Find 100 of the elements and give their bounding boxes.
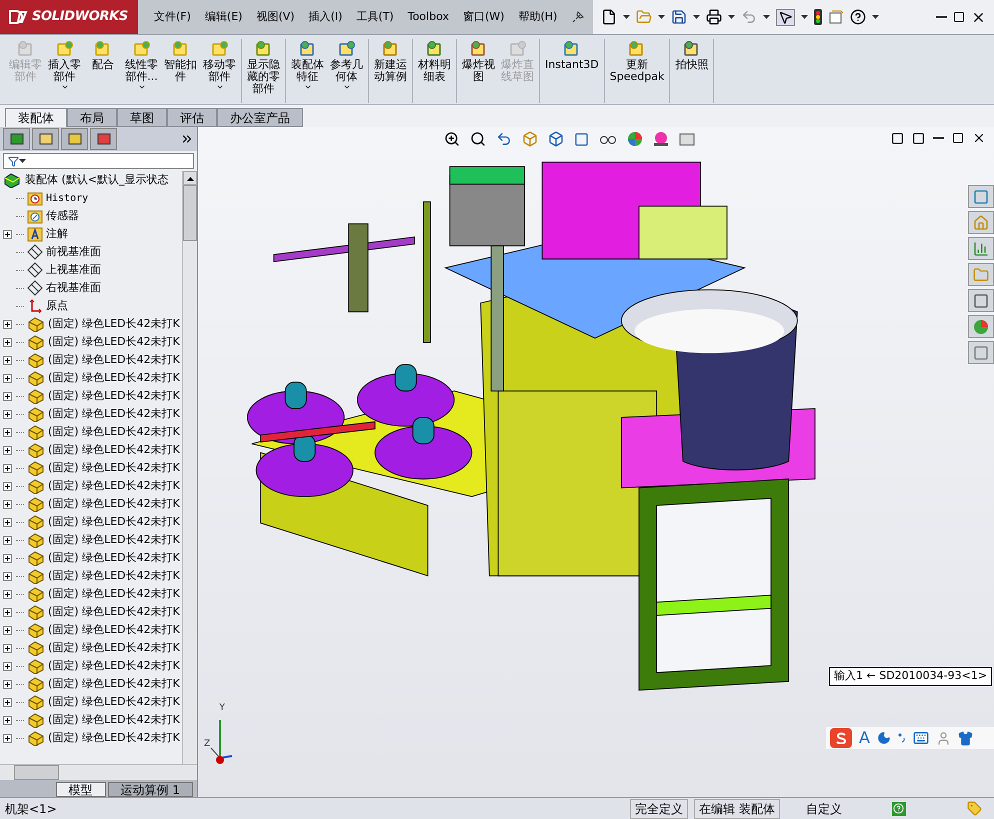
tree-row[interactable]: 右视基准面 bbox=[3, 279, 182, 297]
expand-icon[interactable] bbox=[3, 500, 12, 508]
tree-item[interactable]: (固定) 绿色LED长42未打K bbox=[48, 658, 180, 674]
property-icon[interactable] bbox=[32, 128, 59, 150]
menu-item[interactable]: Toolbox bbox=[408, 8, 449, 26]
expand-icon[interactable] bbox=[3, 446, 12, 454]
tree-item[interactable]: (固定) 绿色LED长42未打K bbox=[48, 730, 180, 746]
menu-item[interactable]: 工具(T) bbox=[356, 8, 394, 26]
tree-row[interactable]: 上视基准面 bbox=[3, 261, 182, 279]
ribbon-button[interactable]: 更新 Speedpak bbox=[608, 39, 666, 83]
tree-item[interactable]: (固定) 绿色LED长42未打K bbox=[48, 388, 180, 404]
ribbon-button[interactable]: 移动零 部件 bbox=[201, 39, 238, 91]
tree-row[interactable]: (固定) 绿色LED长42未打K bbox=[3, 423, 182, 441]
expand-icon[interactable] bbox=[3, 698, 12, 706]
menu-item[interactable]: 插入(I) bbox=[308, 8, 342, 26]
expand-icon[interactable] bbox=[3, 554, 12, 562]
tree-item[interactable]: 传感器 bbox=[46, 208, 79, 224]
tree-row[interactable]: (固定) 绿色LED长42未打K bbox=[3, 729, 182, 747]
tree-row[interactable]: (固定) 绿色LED长42未打K bbox=[3, 531, 182, 549]
command-tab[interactable]: 布局 bbox=[67, 108, 117, 127]
model-tab[interactable]: 模型 bbox=[56, 782, 106, 797]
config-icon[interactable] bbox=[61, 128, 88, 150]
scrollbar-thumb[interactable] bbox=[14, 765, 59, 780]
dropdown-caret-icon[interactable] bbox=[872, 15, 880, 19]
expand-icon[interactable] bbox=[3, 716, 12, 724]
dropdown-caret-icon[interactable] bbox=[728, 15, 736, 19]
tree-item[interactable]: (固定) 绿色LED长42未打K bbox=[48, 604, 180, 620]
expand-icon[interactable] bbox=[3, 608, 12, 616]
command-tab[interactable]: 办公室产品 bbox=[217, 108, 303, 127]
expand-icon[interactable] bbox=[3, 590, 12, 598]
tree-row[interactable]: (固定) 绿色LED长42未打K bbox=[3, 369, 182, 387]
tree-item[interactable]: (固定) 绿色LED长42未打K bbox=[48, 694, 180, 710]
feature-tree-icon[interactable] bbox=[3, 128, 30, 150]
scrollbar-thumb[interactable] bbox=[183, 185, 197, 241]
expand-icon[interactable] bbox=[3, 482, 12, 490]
menu-item[interactable]: 文件(F) bbox=[154, 8, 191, 26]
expand-icon[interactable] bbox=[3, 338, 12, 346]
ribbon-button[interactable]: 智能扣 件 bbox=[162, 39, 199, 83]
tree-item[interactable]: (固定) 绿色LED长42未打K bbox=[48, 478, 180, 494]
tree-row[interactable]: (固定) 绿色LED长42未打K bbox=[3, 657, 182, 675]
tree-row[interactable]: (固定) 绿色LED长42未打K bbox=[3, 477, 182, 495]
tree-row[interactable]: 前视基准面 bbox=[3, 243, 182, 261]
ribbon-button[interactable]: 线性零 部件... bbox=[123, 39, 160, 91]
expand-icon[interactable] bbox=[3, 680, 12, 688]
graphics-viewport[interactable]: Z Y 输入1 ← SD2010034-93<1> A bbox=[198, 127, 994, 797]
menu-item[interactable]: 编辑(E) bbox=[204, 8, 242, 26]
tree-item[interactable]: (固定) 绿色LED长42未打K bbox=[48, 370, 180, 386]
tree-item[interactable]: 右视基准面 bbox=[46, 280, 101, 296]
expand-icon[interactable] bbox=[3, 428, 12, 436]
ribbon-button[interactable]: 配合 bbox=[85, 39, 121, 71]
scroll-up-icon[interactable] bbox=[186, 176, 194, 180]
tree-item[interactable]: 上视基准面 bbox=[46, 262, 101, 278]
expand-icon[interactable] bbox=[3, 392, 12, 400]
tree-row[interactable]: (固定) 绿色LED长42未打K bbox=[3, 639, 182, 657]
menu-item[interactable]: 窗口(W) bbox=[462, 8, 504, 26]
ime-mode-label[interactable]: A bbox=[859, 726, 870, 750]
ribbon-button[interactable]: 爆炸视 图 bbox=[460, 39, 497, 83]
tree-item[interactable]: (固定) 绿色LED长42未打K bbox=[48, 532, 180, 548]
expand-icon[interactable] bbox=[3, 410, 12, 418]
menu-item[interactable]: 帮助(H) bbox=[518, 8, 558, 26]
tree-item[interactable]: (固定) 绿色LED长42未打K bbox=[48, 334, 180, 350]
vertical-scrollbar[interactable] bbox=[182, 171, 197, 764]
ribbon-button[interactable]: 显示隐 藏的零 部件 bbox=[245, 39, 282, 95]
ribbon-button[interactable]: 插入零 部件 bbox=[46, 39, 83, 91]
dropdown-caret-icon[interactable] bbox=[763, 15, 770, 19]
tree-item[interactable]: (固定) 绿色LED长42未打K bbox=[48, 352, 180, 368]
expand-icon[interactable] bbox=[3, 518, 12, 526]
tree-item[interactable]: (固定) 绿色LED长42未打K bbox=[48, 316, 180, 332]
ribbon-button[interactable]: 拍快照 bbox=[673, 39, 710, 71]
ribbon-button[interactable]: 新建运 动算例 bbox=[372, 39, 409, 83]
tree-row[interactable]: (固定) 绿色LED长42未打K bbox=[3, 585, 182, 603]
tree-row[interactable]: 注解 bbox=[3, 225, 182, 243]
tree-row[interactable]: (固定) 绿色LED长42未打K bbox=[3, 711, 182, 729]
expand-icon[interactable] bbox=[3, 464, 12, 472]
tree-row[interactable]: 传感器 bbox=[3, 207, 182, 225]
tree-item[interactable]: (固定) 绿色LED长42未打K bbox=[48, 496, 180, 512]
expand-icon[interactable] bbox=[3, 320, 12, 328]
expand-icon[interactable] bbox=[3, 662, 12, 670]
bar-chart-icon[interactable] bbox=[968, 237, 994, 260]
tree-item[interactable]: History bbox=[46, 190, 88, 206]
dropdown-caret-icon[interactable] bbox=[801, 15, 808, 19]
tree-row[interactable]: (固定) 绿色LED长42未打K bbox=[3, 567, 182, 585]
tree-row[interactable]: History bbox=[3, 189, 182, 207]
tree-row[interactable]: (固定) 绿色LED长42未打K bbox=[3, 387, 182, 405]
dropdown-caret-icon[interactable] bbox=[693, 15, 700, 19]
dropdown-caret-icon[interactable] bbox=[658, 15, 666, 19]
tree-row[interactable]: (固定) 绿色LED长42未打K bbox=[3, 333, 182, 351]
tree-item[interactable]: (固定) 绿色LED长42未打K bbox=[48, 460, 180, 476]
tree-item[interactable]: (固定) 绿色LED长42未打K bbox=[48, 640, 180, 656]
tree-item[interactable]: (固定) 绿色LED长42未打K bbox=[48, 550, 180, 566]
tree-item[interactable]: (固定) 绿色LED长42未打K bbox=[48, 514, 180, 530]
expand-icon[interactable] bbox=[3, 572, 12, 580]
expand-icon[interactable] bbox=[3, 356, 12, 364]
appearance-icon[interactable] bbox=[90, 128, 117, 150]
command-tab[interactable]: 草图 bbox=[117, 108, 167, 127]
tree-item[interactable]: (固定) 绿色LED长42未打K bbox=[48, 442, 180, 458]
command-tab[interactable]: 评估 bbox=[167, 108, 217, 127]
expand-icon[interactable] bbox=[3, 374, 12, 382]
tree-row[interactable]: (固定) 绿色LED长42未打K bbox=[3, 693, 182, 711]
dropdown-caret-icon[interactable] bbox=[19, 159, 26, 163]
